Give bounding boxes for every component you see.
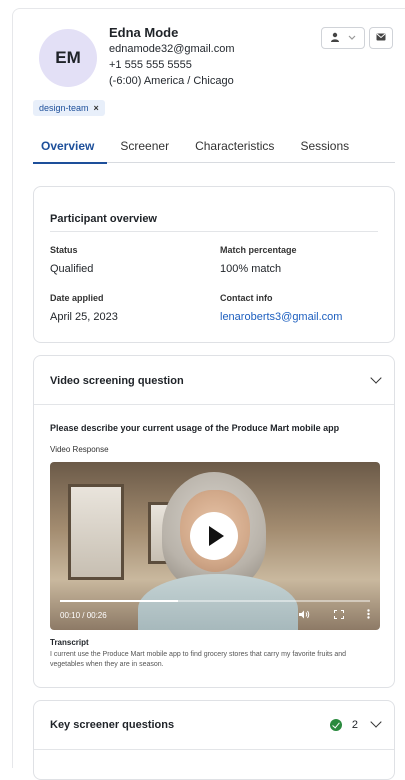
participant-overview-card: Participant overview Status Qualified Ma… — [33, 186, 395, 343]
participant-email: ednamode32@gmail.com — [109, 43, 235, 55]
tag-label: design-team — [39, 103, 89, 113]
status-value: Qualified — [50, 263, 94, 275]
fullscreen-icon[interactable] — [334, 610, 344, 621]
check-circle-icon — [330, 719, 342, 731]
avatar-initials: EM — [55, 48, 81, 67]
play-icon[interactable] — [190, 512, 238, 560]
date-applied-label: Date applied — [50, 293, 104, 303]
tag-design-team: design-team × — [33, 100, 105, 116]
tab-bar: Overview Screener Characteristics Sessio… — [33, 139, 395, 164]
video-player[interactable]: 00:10 / 00:26 — [50, 462, 380, 630]
participant-phone: +1 555 555 5555 — [109, 59, 192, 71]
video-screening-card: Video screening question Please describe… — [33, 355, 395, 688]
video-scene-body — [138, 574, 298, 630]
tab-characteristics[interactable]: Characteristics — [182, 139, 287, 163]
user-menu-button[interactable] — [321, 27, 365, 49]
video-time: 00:10 / 00:26 — [60, 611, 107, 620]
email-button[interactable] — [369, 27, 393, 49]
tab-overview[interactable]: Overview — [33, 139, 108, 164]
video-response-label: Video Response — [50, 445, 109, 454]
participant-panel: EM Edna Mode ednamode32@gmail.com +1 555… — [12, 8, 405, 780]
match-value: 100% match — [220, 263, 282, 275]
video-progress-fill — [60, 600, 178, 602]
chevron-down-icon[interactable] — [370, 372, 382, 384]
screener-count: 2 — [351, 719, 358, 731]
volume-icon[interactable] — [299, 610, 310, 621]
user-icon — [330, 32, 340, 44]
more-options-icon[interactable] — [367, 609, 370, 621]
tag-remove-icon[interactable]: × — [94, 103, 99, 113]
participant-timezone: (-6:00) America / Chicago — [109, 75, 234, 87]
transcript-label: Transcript — [50, 638, 89, 647]
video-scene-window — [68, 484, 124, 580]
card-title: Participant overview — [50, 213, 157, 225]
tab-screener[interactable]: Screener — [107, 139, 182, 163]
video-progress-bar[interactable] — [60, 600, 370, 602]
divider — [34, 404, 394, 405]
chevron-down-icon[interactable] — [370, 716, 382, 728]
screening-question: Please describe your current usage of th… — [50, 423, 340, 433]
contact-info-label: Contact info — [220, 293, 273, 303]
card-title: Key screener questions — [50, 719, 175, 731]
card-title: Video screening question — [50, 375, 184, 387]
chevron-down-icon — [348, 33, 356, 43]
tab-sessions[interactable]: Sessions — [287, 139, 362, 163]
contact-email-link[interactable]: lenaroberts3@gmail.com — [220, 311, 342, 323]
mail-icon — [376, 33, 386, 43]
transcript-text: I current use the Produce Mart mobile ap… — [50, 651, 347, 668]
divider — [50, 231, 378, 232]
status-label: Status — [50, 245, 78, 255]
key-screener-card: Key screener questions 2 — [33, 700, 395, 780]
divider — [34, 749, 394, 750]
participant-name: Edna Mode — [109, 25, 179, 40]
avatar: EM — [39, 29, 97, 87]
match-label: Match percentage — [220, 245, 297, 255]
date-applied-value: April 25, 2023 — [50, 311, 118, 323]
header-actions — [321, 27, 393, 49]
